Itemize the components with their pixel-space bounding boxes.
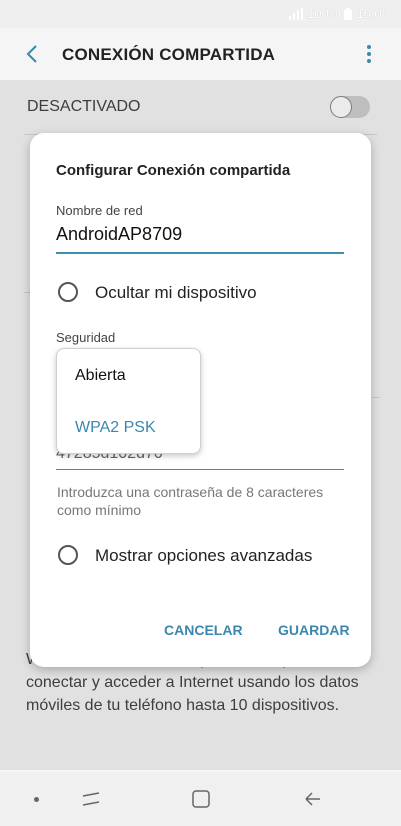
network-name-label: Nombre de red	[56, 203, 143, 218]
page-title: CONEXIÓN COMPARTIDA	[62, 45, 276, 64]
security-dropdown	[56, 348, 201, 454]
nav-dot-icon	[34, 797, 39, 802]
signal-icon	[289, 7, 304, 20]
save-button[interactable]: GUARDAR	[278, 622, 350, 638]
back-icon[interactable]	[298, 784, 328, 814]
clock: 10:00	[356, 6, 389, 21]
hide-device-radio[interactable]	[58, 282, 78, 302]
network-name-input[interactable]: AndroidAP8709	[56, 224, 182, 245]
battery-percent: 100%	[307, 6, 341, 21]
advanced-options-label[interactable]: Mostrar opciones avanzadas	[95, 546, 312, 566]
security-label: Seguridad	[56, 330, 116, 345]
status-icons: 100% 10:00	[289, 6, 389, 21]
security-option-open[interactable]: Abierta	[75, 367, 126, 385]
recent-apps-icon[interactable]	[76, 784, 106, 814]
hide-device-label[interactable]: Ocultar mi dispositivo	[95, 283, 257, 303]
back-arrow-icon[interactable]	[22, 40, 42, 68]
password-underline	[56, 469, 344, 470]
security-option-wpa2[interactable]: WPA2 PSK	[75, 419, 156, 437]
advanced-options-radio[interactable]	[58, 545, 78, 565]
home-icon[interactable]	[186, 784, 216, 814]
network-name-underline	[56, 252, 344, 254]
cancel-button[interactable]: CANCELAR	[164, 622, 243, 638]
password-hint: Introduzca una contraseña de 8 caractere…	[57, 484, 324, 518]
more-options-icon[interactable]	[365, 42, 373, 66]
dialog-title: Configurar Conexión compartida	[56, 162, 291, 179]
battery-icon	[344, 7, 353, 20]
